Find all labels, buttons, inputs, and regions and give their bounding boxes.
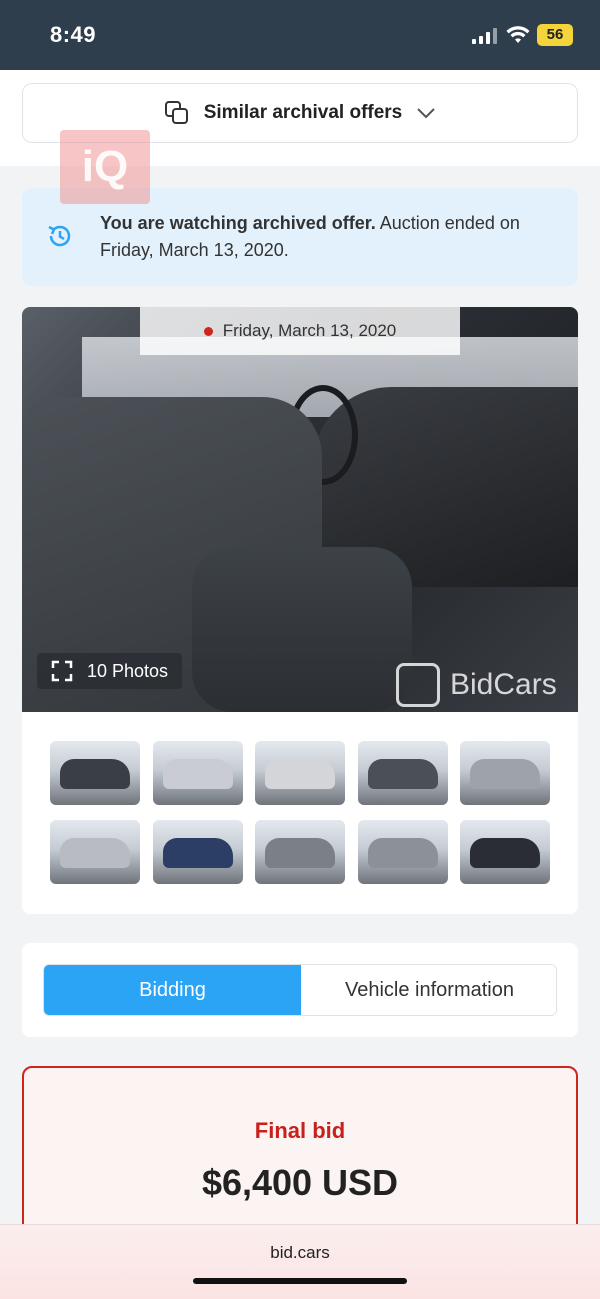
thumbnail-photo[interactable]: [152, 741, 243, 805]
archived-notice-bold: You are watching archived offer.: [100, 213, 376, 233]
thumbnail-photo[interactable]: [50, 741, 140, 805]
thumbnail-photo[interactable]: [460, 741, 550, 805]
history-icon: [48, 225, 71, 247]
browser-url: bid.cars: [270, 1243, 330, 1262]
photo-seat-cushion: [192, 547, 412, 712]
browser-address-bar[interactable]: bid.cars: [0, 1224, 600, 1299]
photo-date-label: Friday, March 13, 2020: [140, 307, 460, 355]
red-dot-icon: [203, 326, 213, 336]
chevron-down-icon: [417, 108, 435, 119]
thumbnail-subject: [60, 759, 130, 789]
final-bid-label: Final bid: [254, 1118, 346, 1143]
thumbnail-photo[interactable]: [255, 741, 345, 805]
archived-notice-text: You are watching archived offer. Auction…: [100, 210, 550, 264]
thumbnail-subject: [470, 838, 540, 868]
thumbnail-subject: [162, 838, 233, 868]
photos-count-label: 10 Photos: [87, 660, 169, 681]
tabs-card: Bidding Vehicle information: [22, 943, 578, 1037]
fullscreen-icon: [51, 660, 73, 682]
photo-date-text: Friday, March 13, 2020: [222, 321, 397, 340]
thumbnail-subject: [367, 759, 438, 789]
main-vehicle-photo[interactable]: Friday, March 13, 2020 10 Photos BidCars: [22, 307, 578, 712]
cellular-signal-icon: [472, 28, 497, 44]
thumbnail-photo[interactable]: [255, 820, 345, 884]
copy-icon: [164, 101, 188, 124]
home-indicator: [193, 1278, 407, 1284]
final-bid-amount: $6,400 USD: [201, 1162, 399, 1203]
bidcars-watermark-text: BidCars: [450, 668, 557, 701]
thumbnail-subject: [265, 759, 335, 789]
thumbnail-subject: [367, 838, 438, 868]
tab-bidding[interactable]: Bidding: [44, 965, 301, 1015]
thumbnail-photo[interactable]: [152, 820, 243, 884]
tab-vehicle-information[interactable]: Vehicle information: [301, 965, 556, 1015]
status-time: 8:49: [50, 22, 97, 47]
thumbnail-subject: [470, 759, 540, 789]
bidcars-watermark: BidCars: [396, 663, 557, 707]
similar-offers-label: Similar archival offers: [203, 102, 403, 123]
photo-gallery-card: Friday, March 13, 2020 10 Photos BidCars: [22, 307, 578, 914]
thumbnail-subject: [265, 838, 335, 868]
status-bar: 8:49 56: [0, 0, 600, 70]
thumbnail-photo[interactable]: [357, 820, 448, 884]
thumbnail-photo[interactable]: [50, 820, 140, 884]
thumbnail-photo[interactable]: [460, 820, 550, 884]
tab-bar: Bidding Vehicle information: [43, 964, 557, 1016]
thumbnail-subject: [162, 759, 233, 789]
photos-count-button[interactable]: 10 Photos: [37, 653, 183, 689]
iq-watermark-logo: iQ: [60, 130, 150, 204]
thumbnail-photo[interactable]: [357, 741, 448, 805]
thumbnail-subject: [60, 838, 130, 868]
battery-indicator: 56: [537, 24, 573, 46]
bidcars-logo-icon: [396, 663, 440, 707]
wifi-icon: [506, 26, 530, 43]
